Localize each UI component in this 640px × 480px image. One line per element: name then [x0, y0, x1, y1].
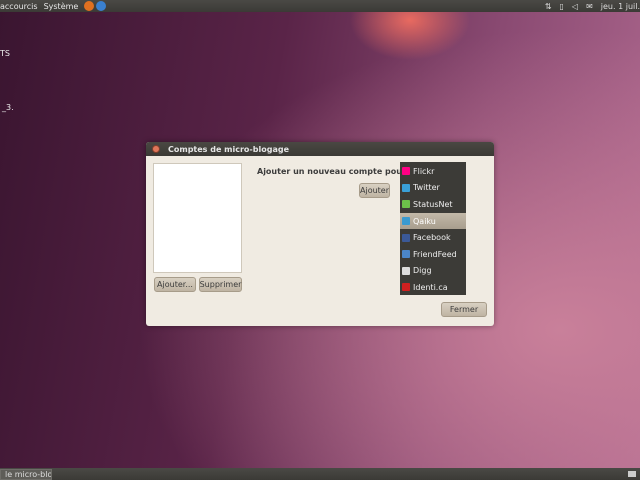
digg-icon — [402, 266, 410, 275]
flickr-icon — [402, 167, 410, 176]
show-desktop-icon[interactable] — [628, 471, 636, 477]
service-label: Flickr — [413, 166, 435, 176]
service-option-statusnet[interactable]: StatusNet — [400, 196, 466, 213]
identica-icon — [402, 283, 410, 292]
menu-places[interactable]: accourcis — [0, 2, 38, 11]
service-option-friendfeed[interactable]: FriendFeed — [400, 246, 466, 263]
service-label: Facebook — [413, 233, 451, 243]
bottom-panel: le micro-blo... — [0, 468, 640, 480]
volume-icon[interactable]: ◁ — [572, 2, 578, 11]
top-panel: accourcis Système ⇅ ▯ ◁ ✉ jeu. 1 juil. — [0, 0, 640, 12]
close-icon[interactable] — [152, 145, 160, 153]
service-label: StatusNet — [413, 199, 453, 209]
firefox-icon[interactable] — [84, 1, 95, 11]
service-option-qaiku[interactable]: Qaiku — [400, 212, 466, 230]
dialog-title: Comptes de micro-blogage — [168, 144, 289, 154]
desktop-icon-label[interactable]: TS — [0, 49, 10, 58]
accounts-list[interactable] — [153, 163, 242, 273]
add-button[interactable]: Ajouter — [359, 183, 390, 198]
twitter-icon — [402, 183, 410, 192]
service-option-digg[interactable]: Digg — [400, 263, 466, 280]
service-label: Qaiku — [413, 216, 436, 226]
system-tray: ⇅ ▯ ◁ ✉ jeu. 1 juil. — [545, 0, 640, 12]
service-label: Twitter — [413, 183, 440, 193]
close-button[interactable]: Fermer — [441, 302, 487, 317]
service-label: Digg — [413, 266, 432, 276]
clock[interactable]: jeu. 1 juil. — [601, 2, 640, 11]
mail-icon[interactable]: ✉ — [586, 2, 593, 11]
service-option-facebook[interactable]: Facebook — [400, 229, 466, 246]
dialog-titlebar[interactable]: Comptes de micro-blogage — [146, 142, 494, 156]
qaiku-icon — [402, 217, 410, 226]
add-account-button[interactable]: Ajouter... — [154, 277, 196, 292]
service-label: FriendFeed — [413, 249, 457, 259]
friendfeed-icon — [402, 250, 410, 259]
remove-account-button[interactable]: Supprimer — [199, 277, 242, 292]
service-option-twitter[interactable]: Twitter — [400, 180, 466, 197]
battery-icon[interactable]: ▯ — [560, 2, 564, 11]
service-label: Identi.ca — [413, 282, 448, 292]
service-option-flickr[interactable]: Flickr — [400, 163, 466, 180]
service-option-identica[interactable]: Identi.ca — [400, 279, 466, 296]
network-icon[interactable]: ⇅ — [545, 2, 552, 11]
facebook-icon — [402, 233, 410, 242]
add-account-label: Ajouter un nouveau compte pour : — [257, 167, 412, 176]
menu-system[interactable]: Système — [44, 2, 79, 11]
statusnet-icon — [402, 200, 410, 209]
service-dropdown-list[interactable]: Flickr Twitter StatusNet Qaiku Facebook Frien… — [400, 162, 466, 295]
help-icon[interactable] — [96, 1, 107, 11]
desktop-icon-label[interactable]: _3. — [2, 103, 14, 112]
microblog-accounts-dialog: Comptes de micro-blogage Ajouter... Supp… — [146, 142, 494, 326]
taskbar-item[interactable]: le micro-blo... — [0, 468, 52, 480]
